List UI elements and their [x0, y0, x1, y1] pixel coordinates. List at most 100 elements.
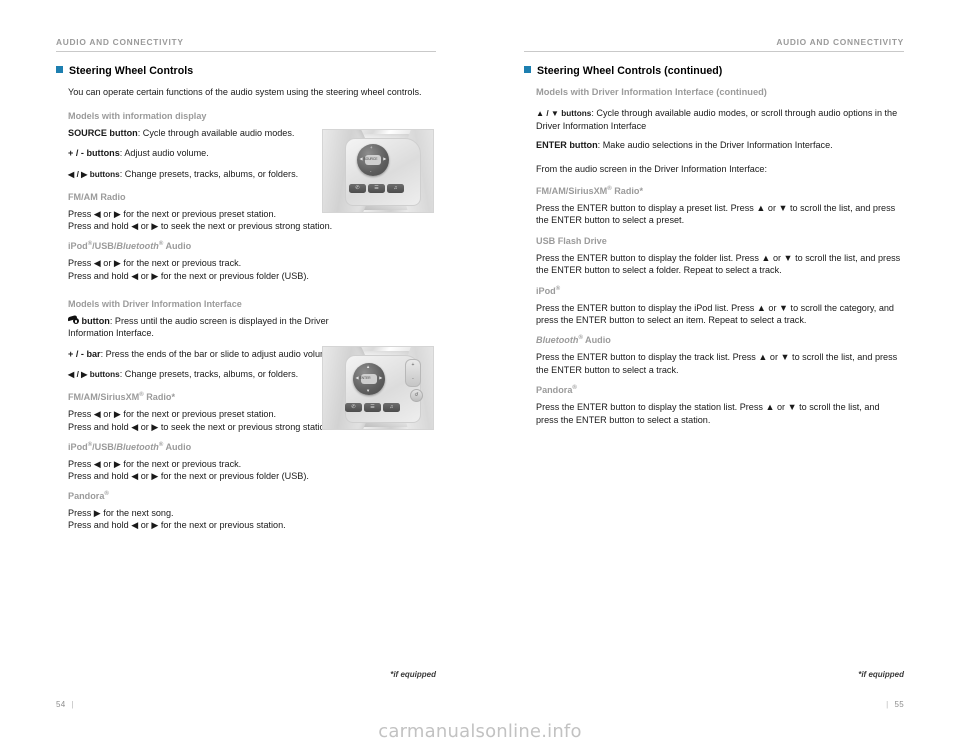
left-intro-paragraph: You can operate certain functions of the… [68, 87, 422, 98]
r-block-usb-flash-drive: Press the ENTER button to display the fo… [536, 252, 901, 276]
wheel-lower-button-row-2: ✆ ☰ ♫ [345, 403, 400, 412]
item-prev-next-buttons-2-label: ◀ / ▶ buttons [68, 370, 120, 380]
item-prev-next-buttons-2-text: Change presets, tracks, albums, or folde… [124, 369, 299, 380]
menu-button-1: ☰ [368, 184, 385, 193]
item-plus-minus-bar-label: + / - bar [68, 348, 101, 359]
item-source-button-label: SOURCE button [68, 127, 138, 138]
phone-button-2: ✆ [345, 403, 362, 412]
left-running-head: AUDIO AND CONNECTIVITY [56, 37, 184, 47]
item-source-button: SOURCE button: Cycle through available a… [68, 127, 295, 138]
disc-down-key: ▼ [366, 387, 371, 393]
r-block-fm-am-siriusxm: Press the ENTER button to display a pres… [536, 203, 896, 226]
r-subhead-ipod: iPod® [536, 285, 561, 296]
ipod-usb-line-1: Press ◀ or ▶ for the next or previous tr… [68, 258, 242, 269]
subhead-ipod-usb-bt-audio: iPod®/USB/Bluetooth® Audio [68, 241, 192, 252]
r-block-ipod: Press the ENTER button to display the iP… [536, 302, 894, 326]
disc-left-key-2: ◀ [355, 375, 359, 380]
two-page-spread: AUDIO AND CONNECTIVITY Steering Wheel Co… [0, 0, 960, 750]
disc-minus-key: - [370, 168, 372, 174]
left-footnote: *if equipped [390, 670, 436, 679]
volume-bar-minus: - [412, 376, 414, 382]
item-plus-minus-buttons-label: + / - buttons [68, 148, 120, 159]
item-enter-button-text: Make audio selections in the Driver Info… [602, 140, 833, 151]
block-pandora-lines: Press ▶ for the next song. Press and hol… [68, 507, 436, 531]
subhead-pandora: Pandora® [68, 491, 109, 502]
pandora-line-2: Press and hold ◀ or ▶ for the next or pr… [68, 520, 286, 531]
ipod-usb-line-2: Press and hold ◀ or ▶ for the next or pr… [68, 270, 309, 281]
fm-am-line-1: Press ◀ or ▶ for the next or previous pr… [68, 209, 277, 220]
item-enter-button: ENTER button: Make audio selections in t… [536, 140, 833, 151]
left-section-title-text: Steering Wheel Controls [69, 65, 194, 78]
r-subhead-bluetooth-audio: Bluetooth® Audio [536, 335, 611, 346]
fm-am-line-2: Press and hold ◀ or ▶ to seek the next o… [68, 221, 333, 232]
disc-up-key: ▲ [366, 364, 371, 369]
ipod-usb-2-line-1: Press ◀ or ▶ for the next or previous tr… [68, 458, 242, 469]
section-bullet-icon [56, 66, 63, 74]
r-block-bluetooth-audio: Press the ENTER button to display the tr… [536, 352, 898, 375]
fm-am-sxm-line-1: Press ◀ or ▶ for the next or previous pr… [68, 409, 277, 420]
phone-button-1: ✆ [349, 184, 366, 193]
right-page: AUDIO AND CONNECTIVITY Steering Wheel Co… [480, 0, 960, 750]
item-audio-button: button: Press until the audio screen is … [68, 314, 329, 339]
right-footnote: *if equipped [858, 670, 904, 679]
item-plus-minus-buttons: + / - buttons: Adjust audio volume. [68, 148, 209, 159]
item-prev-next-buttons-text: Change presets, tracks, albums, or folde… [124, 168, 299, 179]
menu-button-2: ☰ [364, 403, 381, 412]
voice-button-2: ♫ [383, 403, 400, 412]
fm-am-sxm-line-2: Press and hold ◀ or ▶ to seek the next o… [68, 421, 333, 432]
steering-wheel-dii-photo: ▲ ▼ ◀ ▶ ENTER + - ↺ ✆ ☰ ♫ [322, 346, 434, 430]
disc-center-label-2: ENTER [359, 375, 371, 380]
volume-bar-control: + - [405, 359, 421, 387]
subhead-ipod-usb-bt-audio-2: iPod®/USB/Bluetooth® Audio [68, 441, 192, 452]
right-section-title-text: Steering Wheel Controls (continued) [537, 65, 723, 78]
left-page-folio: 54 | [56, 700, 74, 709]
right-header-rule [524, 51, 904, 53]
r-subhead-pandora: Pandora® [536, 385, 577, 396]
disc-center-label-1: SOURCE [363, 156, 378, 161]
item-audio-button-label: button [81, 315, 110, 326]
r-subhead-fm-am-siriusxm: FM/AM/SiriusXM® Radio* [536, 186, 643, 197]
steering-wheel-info-display-photo: + - ◀ ▶ SOURCE ✆ ☰ ♫ [322, 129, 434, 213]
disc-right-key-2: ▶ [379, 375, 383, 380]
pandora-line-1: Press ▶ for the next song. [68, 508, 174, 519]
enter-control-disc: ▲ ▼ ◀ ▶ ENTER [353, 363, 385, 395]
left-header-rule [56, 51, 436, 53]
block-ipod-usb-bt-lines-2: Press ◀ or ▶ for the next or previous tr… [68, 458, 436, 482]
source-control-disc: + - ◀ ▶ SOURCE [357, 144, 389, 176]
subhead-models-dii: Models with Driver Information Interface [68, 298, 242, 309]
item-enter-button-label: ENTER button [536, 140, 598, 151]
r-block-pandora: Press the ENTER button to display the st… [536, 402, 880, 425]
voice-button-1: ♫ [387, 184, 404, 193]
subhead-models-dii-continued: Models with Driver Information Interface… [536, 87, 767, 98]
music-note-icon [68, 314, 79, 325]
right-lead-in: From the audio screen in the Driver Info… [536, 163, 767, 174]
right-section-title: Steering Wheel Controls (continued) [524, 65, 904, 77]
subhead-models-info-display: Models with information display [68, 110, 207, 121]
back-button-2: ↺ [410, 389, 423, 402]
left-section-title: Steering Wheel Controls [56, 65, 436, 77]
item-up-down-buttons-label: ▲ / ▼ buttons [536, 109, 592, 119]
ipod-usb-2-line-2: Press and hold ◀ or ▶ for the next or pr… [68, 471, 309, 482]
item-prev-next-buttons-2: ◀ / ▶ buttons: Change presets, tracks, a… [68, 369, 299, 380]
wheel-lower-button-row-1: ✆ ☰ ♫ [349, 184, 404, 193]
item-plus-minus-buttons-text: Adjust audio volume. [124, 148, 209, 159]
left-page: AUDIO AND CONNECTIVITY Steering Wheel Co… [0, 0, 480, 750]
disc-left-key: ◀ [359, 156, 363, 161]
item-prev-next-buttons: ◀ / ▶ buttons: Change presets, tracks, a… [68, 168, 299, 179]
section-bullet-icon-right [524, 66, 531, 74]
site-watermark: carmanualsonline.info [378, 721, 582, 742]
right-page-number: 55 [894, 700, 904, 709]
disc-right-key: ▶ [383, 156, 387, 161]
item-plus-minus-bar-text: Press the ends of the bar or slide to ad… [105, 348, 336, 359]
item-up-down-buttons: ▲ / ▼ buttons: Cycle through available a… [536, 108, 898, 131]
r-subhead-usb-flash-drive: USB Flash Drive [536, 235, 607, 246]
item-plus-minus-bar: + / - bar: Press the ends of the bar or … [68, 348, 336, 359]
block-ipod-usb-bt-lines: Press ◀ or ▶ for the next or previous tr… [68, 257, 436, 281]
disc-plus-key: + [370, 145, 373, 150]
item-prev-next-buttons-label: ◀ / ▶ buttons [68, 169, 120, 179]
volume-bar-plus: + [411, 362, 415, 368]
right-running-head: AUDIO AND CONNECTIVITY [776, 37, 904, 47]
item-source-button-text: Cycle through available audio modes. [142, 127, 295, 138]
right-page-folio: | 55 [886, 700, 904, 709]
left-page-number: 54 [56, 700, 66, 709]
